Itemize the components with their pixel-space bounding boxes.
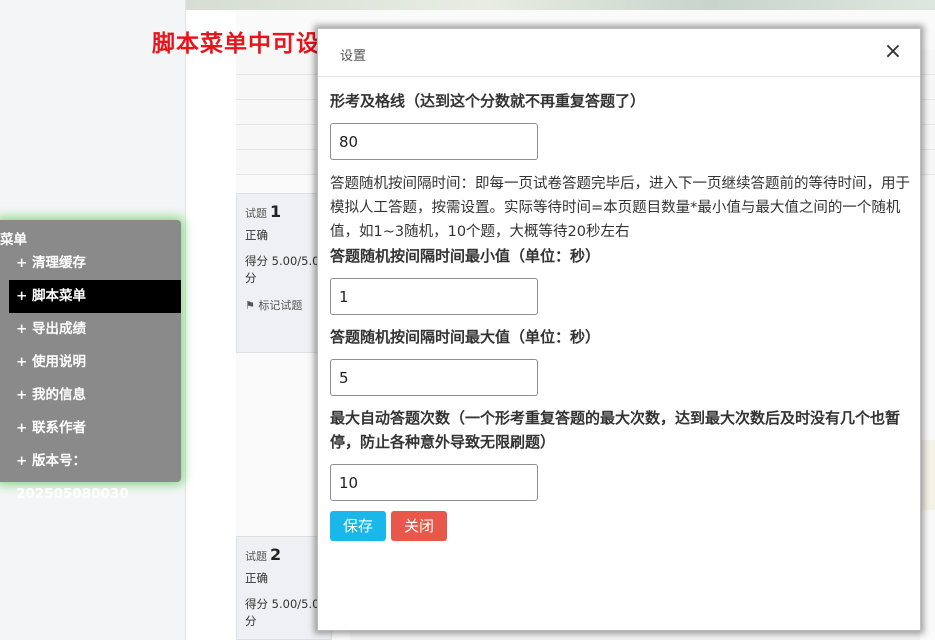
max-interval-label: 答题随机按间隔时间最大值（单位：秒） bbox=[330, 328, 601, 346]
close-button[interactable]: 关闭 bbox=[391, 511, 448, 541]
question-score: 得分 5.00/5.0 分 bbox=[245, 596, 323, 630]
menu-title: 菜单 bbox=[0, 232, 27, 248]
question-status: 正确 bbox=[245, 571, 268, 585]
dialog-actions: 保存 关闭 bbox=[330, 511, 915, 541]
question-number: 1 bbox=[270, 202, 282, 221]
script-side-menu: 菜单 + 清理缓存 + 脚本菜单 + 导出成绩 + 使用说明 + 我的信息 + … bbox=[0, 220, 181, 502]
question-heading: 试题 2 bbox=[245, 545, 323, 564]
question-score-unit: 分 bbox=[245, 271, 257, 285]
pass-score-label: 形考及格线（达到这个分数就不再重复答题了） bbox=[330, 92, 646, 110]
interval-description: 答题随机按间隔时间：即每一页试卷答题完毕后，进入下一页继续答题前的等待时间，用于… bbox=[330, 176, 910, 240]
min-interval-input[interactable] bbox=[330, 278, 538, 315]
flag-icon: ⚑ bbox=[245, 299, 255, 312]
menu-item-my-info[interactable]: + 我的信息 bbox=[9, 379, 181, 412]
flag-question-label: 标记试题 bbox=[258, 299, 303, 312]
flag-question-link[interactable]: ⚑ 标记试题 bbox=[245, 297, 323, 313]
max-attempts-input[interactable] bbox=[330, 464, 538, 501]
question-title: 试题 bbox=[245, 550, 267, 563]
max-interval-input[interactable] bbox=[330, 359, 538, 396]
top-banner-image bbox=[186, 0, 935, 10]
question-title: 试题 bbox=[245, 207, 267, 220]
dialog-body: 形考及格线（达到这个分数就不再重复答题了） 答题随机按间隔时间：即每一页试卷答题… bbox=[330, 89, 915, 541]
question-status: 正确 bbox=[245, 228, 268, 242]
dialog-header: 设置 × bbox=[318, 29, 920, 77]
menu-item-instructions[interactable]: + 使用说明 bbox=[9, 346, 181, 379]
menu-item-clear-cache[interactable]: + 清理缓存 bbox=[9, 247, 181, 280]
pass-score-input[interactable] bbox=[330, 123, 538, 160]
question-score-value: 得分 5.00/5.0 bbox=[245, 597, 320, 611]
menu-item-contact-author[interactable]: + 联系作者 bbox=[9, 412, 181, 445]
question-score-unit: 分 bbox=[245, 614, 257, 628]
settings-dialog: 设置 × 形考及格线（达到这个分数就不再重复答题了） 答题随机按间隔时间：即每一… bbox=[317, 28, 921, 631]
question-score-value: 得分 5.00/5.0 bbox=[245, 254, 320, 268]
min-interval-label: 答题随机按间隔时间最小值（单位：秒） bbox=[330, 247, 601, 265]
save-button[interactable]: 保存 bbox=[330, 511, 387, 541]
close-icon[interactable]: × bbox=[880, 39, 906, 65]
question-score: 得分 5.00/5.0 分 bbox=[245, 253, 323, 287]
menu-item-script-menu[interactable]: + 脚本菜单 bbox=[9, 280, 181, 313]
background-highlight bbox=[920, 440, 935, 510]
menu-item-export-scores[interactable]: + 导出成绩 bbox=[9, 313, 181, 346]
question-number: 2 bbox=[270, 545, 282, 564]
dialog-title: 设置 bbox=[340, 49, 367, 64]
max-attempts-label: 最大自动答题次数（一个形考重复答题的最大次数，达到最大次数后及时没有几个也暂停，… bbox=[330, 409, 901, 451]
question-heading: 试题 1 bbox=[245, 202, 323, 221]
menu-item-version[interactable]: + 版本号：202505080030 bbox=[9, 445, 181, 502]
